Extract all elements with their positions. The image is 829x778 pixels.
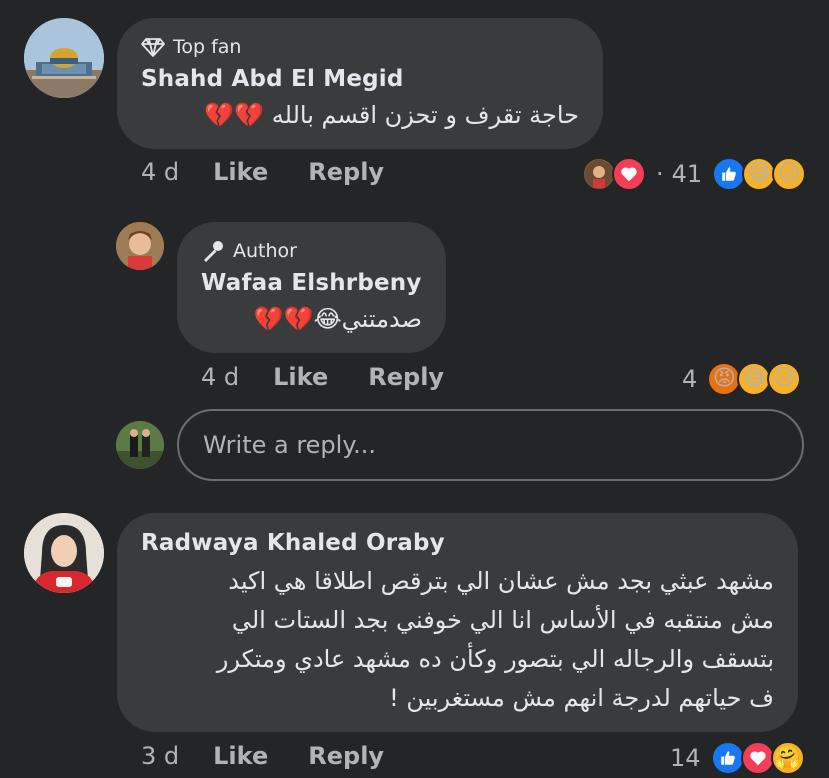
comment-actions: 4 d Like Reply (141, 158, 424, 186)
sad-face-icon: 😥 (772, 366, 796, 391)
reaction-separator: · (656, 160, 664, 188)
comment-time[interactable]: 4 d (201, 363, 239, 391)
comment-line: مش منتقبه في الأساس انا الي خوفني بجد ال… (231, 606, 774, 634)
like-reaction-icon (712, 157, 747, 191)
reply-input-placeholder: Write a reply... (203, 431, 377, 459)
reaction-count: 4 (682, 365, 698, 393)
care-reaction-icon: 😅 (742, 157, 777, 191)
comment-author[interactable]: Radwaya Khaled Oraby (141, 530, 774, 556)
comment-actions: 3 d Like Reply (141, 742, 424, 770)
sad-face-icon: 😥 (777, 161, 801, 186)
reply-button[interactable]: Reply (308, 742, 384, 770)
grin-sweat-icon: 😅 (742, 366, 766, 391)
love-reaction-icon (740, 741, 775, 775)
comment-text: حاجة تقرف و تحزن اقسم بالله 💔💔 (204, 101, 579, 129)
comment-line: مشهد عبثي بجد مش عشان الي بترقص اطلاقا ه… (228, 567, 774, 595)
reaction-summary[interactable]: · 41 😅 😥 (582, 157, 807, 191)
angry-reaction-icon: 😡 (707, 362, 742, 396)
reply-button[interactable]: Reply (368, 363, 444, 391)
like-button[interactable]: Like (213, 742, 268, 770)
avatar-wafaa[interactable] (116, 222, 164, 270)
like-reaction-icon (710, 741, 745, 775)
grin-sweat-icon: 😅 (747, 161, 771, 186)
comment-actions: 4 d Like Reply (201, 363, 484, 391)
comment-line: ف حياتهم لدرجة انهم مش مستغربين ! (389, 684, 774, 712)
comment-bubble-radwaya: Radwaya Khaled Oraby مشهد عبثي بجد مش عش… (117, 513, 798, 732)
care-reaction-icon: 🤗 (770, 741, 805, 775)
current-user-avatar[interactable] (116, 421, 164, 469)
reply-button[interactable]: Reply (308, 158, 384, 186)
badge-label: Top fan (173, 36, 242, 58)
comments-thread: Top fan Shahd Abd El Megid حاجة تقرف و ت… (0, 0, 829, 778)
comment-text: صدمتني😂💔💔 (253, 305, 422, 333)
reaction-count: 14 (670, 744, 701, 772)
diamond-icon (141, 38, 165, 57)
comment-author[interactable]: Shahd Abd El Megid (141, 66, 579, 92)
sad-reaction-icon: 😥 (772, 157, 807, 191)
comment-author[interactable]: Wafaa Elshrbeny (201, 270, 422, 296)
author-badge: Author (201, 240, 422, 262)
comment-bubble-wafaa: Author Wafaa Elshrbeny صدمتني😂💔💔 (177, 222, 446, 353)
haha-reaction-icon: 😅 (737, 362, 772, 396)
hugging-face-icon: 🤗 (773, 745, 802, 770)
comment-line: بتسقف والرجاله الي بتصور وكأن ده مشهد عا… (216, 645, 774, 673)
angry-face-icon: 😡 (712, 366, 736, 391)
reaction-summary[interactable]: 4 😡 😅 😥 (682, 362, 802, 396)
top-fan-badge: Top fan (141, 36, 579, 58)
reply-input[interactable]: Write a reply... (177, 409, 804, 481)
microphone-icon (204, 241, 223, 262)
comment-time[interactable]: 3 d (141, 742, 179, 770)
comment-text: مشهد عبثي بجد مش عشان الي بترقص اطلاقا ه… (141, 562, 774, 718)
like-button[interactable]: Like (213, 158, 268, 186)
avatar-radwaya[interactable] (24, 513, 104, 593)
reactor-avatar (582, 157, 616, 191)
love-reaction-icon (612, 157, 646, 191)
avatar-shahd[interactable] (24, 18, 104, 98)
comment-bubble-shahd: Top fan Shahd Abd El Megid حاجة تقرف و ت… (117, 18, 603, 149)
reaction-count: 41 (671, 160, 703, 188)
comment-time[interactable]: 4 d (141, 158, 179, 186)
badge-label: Author (233, 240, 297, 262)
like-button[interactable]: Like (273, 363, 328, 391)
reaction-summary[interactable]: 14 🤗 (670, 741, 805, 775)
sad-reaction-icon: 😥 (767, 362, 802, 396)
